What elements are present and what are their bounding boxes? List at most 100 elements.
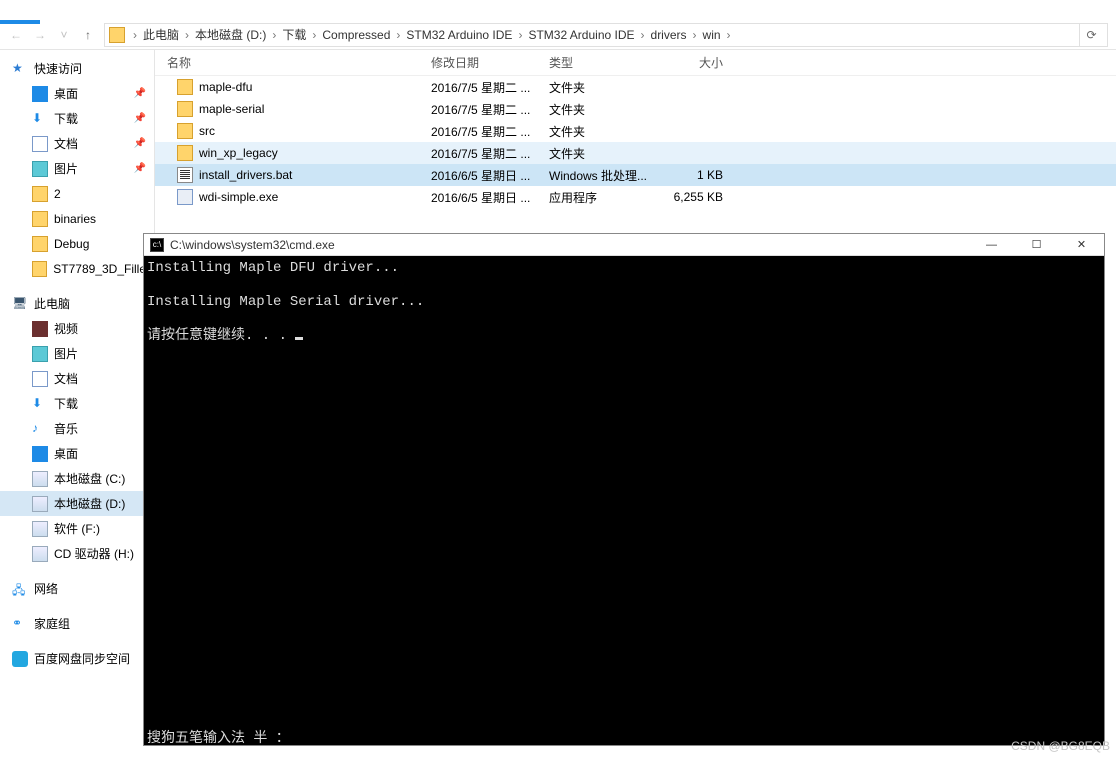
breadcrumb-item[interactable]: win: [701, 28, 723, 42]
chevron-right-icon[interactable]: ›: [392, 28, 404, 42]
chevron-right-icon: ›: [129, 28, 141, 42]
chevron-right-icon[interactable]: ›: [514, 28, 526, 42]
sidebar-item-label: 软件 (F:): [54, 520, 100, 537]
sidebar-this-pc[interactable]: 🖥 此电脑: [0, 291, 154, 316]
file-name: maple-serial: [199, 102, 264, 116]
sidebar-item[interactable]: CD 驱动器 (H:): [0, 541, 154, 566]
sidebar-quick-access[interactable]: ★ 快速访问: [0, 56, 154, 81]
sidebar-item[interactable]: 桌面📌: [0, 81, 154, 106]
file-row[interactable]: src2016/7/5 星期二 ...文件夹: [155, 120, 1116, 142]
file-icon: [177, 123, 193, 139]
sidebar-item[interactable]: 桌面: [0, 441, 154, 466]
nav-recent[interactable]: ˅: [52, 23, 76, 47]
desktop-icon: [32, 86, 48, 102]
file-row[interactable]: install_drivers.bat2016/6/5 星期日 ...Windo…: [155, 164, 1116, 186]
sidebar-item[interactable]: Debug: [0, 231, 154, 256]
column-headers[interactable]: 名称 修改日期 类型 大小: [155, 50, 1116, 76]
sidebar-item[interactable]: ⬇下载📌: [0, 106, 154, 131]
sidebar-item[interactable]: 软件 (F:): [0, 516, 154, 541]
nav-up[interactable]: ↑: [76, 23, 100, 47]
sidebar-item-label: Debug: [54, 237, 89, 251]
sidebar-item-label: CD 驱动器 (H:): [54, 545, 134, 562]
file-row[interactable]: win_xp_legacy2016/7/5 星期二 ...文件夹: [155, 142, 1116, 164]
breadcrumb-item[interactable]: Compressed: [320, 28, 392, 42]
sidebar: ★ 快速访问 桌面📌⬇下载📌文档📌图片📌2binariesDebugST7789…: [0, 50, 155, 733]
pic-icon: [32, 346, 48, 362]
sidebar-label: 百度网盘同步空间: [34, 650, 130, 667]
breadcrumb-item[interactable]: 本地磁盘 (D:): [193, 28, 268, 42]
chevron-right-icon[interactable]: ›: [689, 28, 701, 42]
minimize-button[interactable]: —: [969, 234, 1014, 255]
download-icon: ⬇: [32, 111, 48, 127]
col-date[interactable]: 修改日期: [419, 54, 537, 71]
sidebar-item[interactable]: ♪ 音乐: [0, 416, 154, 441]
desktop-icon: [32, 446, 48, 462]
sidebar-item[interactable]: 图片: [0, 341, 154, 366]
pin-icon: 📌: [134, 138, 146, 149]
music-icon: ♪: [32, 421, 48, 437]
folder-icon: [32, 261, 47, 277]
file-date: 2016/7/5 星期二 ...: [419, 145, 537, 162]
cmd-output[interactable]: Installing Maple DFU driver... Installin…: [144, 256, 1104, 727]
sidebar-item-label: 图片: [54, 160, 78, 177]
sidebar-item[interactable]: 本地磁盘 (D:): [0, 491, 154, 516]
nav-back[interactable]: ←: [4, 23, 28, 47]
cmd-title-text: C:\windows\system32\cmd.exe: [170, 238, 969, 252]
breadcrumb-item[interactable]: STM32 Arduino IDE: [526, 28, 636, 42]
col-name[interactable]: 名称: [155, 54, 419, 71]
file-row[interactable]: maple-dfu 2016/7/5 星期二 ...文件夹: [155, 76, 1116, 98]
refresh-icon[interactable]: ⟳: [1079, 23, 1103, 47]
homegroup-icon: ⚭: [12, 616, 28, 632]
col-size[interactable]: 大小: [655, 54, 735, 71]
breadcrumb-item[interactable]: drivers: [649, 28, 689, 42]
address-bar[interactable]: › 此电脑›本地磁盘 (D:)›下载›Compressed›STM32 Ardu…: [104, 23, 1108, 47]
file-name: win_xp_legacy: [199, 146, 278, 160]
sidebar-baidu[interactable]: 百度网盘同步空间: [0, 646, 154, 671]
watermark: CSDN @BG8EQB: [1011, 739, 1110, 753]
file-name: maple-dfu: [199, 80, 252, 94]
sidebar-item[interactable]: ST7789_3D_Filled_: [0, 256, 154, 281]
cmd-titlebar[interactable]: c:\ C:\windows\system32\cmd.exe — ☐ ✕: [144, 234, 1104, 256]
sidebar-item-label: 桌面: [54, 445, 78, 462]
file-type: 应用程序: [537, 189, 655, 206]
file-icon: [177, 145, 193, 161]
nav-toolbar: ← → ˅ ↑ › 此电脑›本地磁盘 (D:)›下载›Compressed›ST…: [0, 20, 1116, 50]
sidebar-item-label: 下载: [54, 110, 78, 127]
chevron-right-icon[interactable]: ›: [723, 28, 735, 42]
sidebar-item[interactable]: ⬇下载: [0, 391, 154, 416]
col-type[interactable]: 类型: [537, 54, 655, 71]
breadcrumb-item[interactable]: STM32 Arduino IDE: [404, 28, 514, 42]
chevron-right-icon[interactable]: ›: [181, 28, 193, 42]
chevron-right-icon[interactable]: ›: [268, 28, 280, 42]
file-row[interactable]: wdi-simple.exe2016/6/5 星期日 ...应用程序6,255 …: [155, 186, 1116, 208]
sidebar-item[interactable]: 2: [0, 181, 154, 206]
folder-icon: [32, 211, 48, 227]
pc-icon: 🖥: [12, 296, 28, 312]
maximize-button[interactable]: ☐: [1014, 234, 1059, 255]
chevron-right-icon[interactable]: ›: [308, 28, 320, 42]
sidebar-network[interactable]: 🖧 网络: [0, 576, 154, 601]
chevron-right-icon[interactable]: ›: [637, 28, 649, 42]
sidebar-item-label: 文档: [54, 135, 78, 152]
sidebar-item-label: 2: [54, 187, 61, 201]
pin-icon: 📌: [134, 88, 146, 99]
star-icon: ★: [12, 61, 28, 77]
cmd-window[interactable]: c:\ C:\windows\system32\cmd.exe — ☐ ✕ In…: [143, 233, 1105, 746]
breadcrumb-item[interactable]: 下载: [280, 28, 308, 42]
sidebar-item[interactable]: 本地磁盘 (C:): [0, 466, 154, 491]
sidebar-item-label: 音乐: [54, 420, 78, 437]
sidebar-item[interactable]: 图片📌: [0, 156, 154, 181]
sidebar-item[interactable]: 文档: [0, 366, 154, 391]
sidebar-homegroup[interactable]: ⚭ 家庭组: [0, 611, 154, 636]
breadcrumb-item[interactable]: 此电脑: [141, 28, 181, 42]
file-icon: [177, 101, 193, 117]
file-row[interactable]: maple-serial2016/7/5 星期二 ...文件夹: [155, 98, 1116, 120]
close-button[interactable]: ✕: [1059, 234, 1104, 255]
file-date: 2016/7/5 星期二 ...: [419, 79, 537, 96]
sidebar-item[interactable]: 文档 📌: [0, 131, 154, 156]
nav-forward[interactable]: →: [28, 23, 52, 47]
file-name: wdi-simple.exe: [199, 190, 278, 204]
sidebar-item[interactable]: 视频: [0, 316, 154, 341]
file-type: 文件夹: [537, 79, 655, 96]
sidebar-item[interactable]: binaries: [0, 206, 154, 231]
